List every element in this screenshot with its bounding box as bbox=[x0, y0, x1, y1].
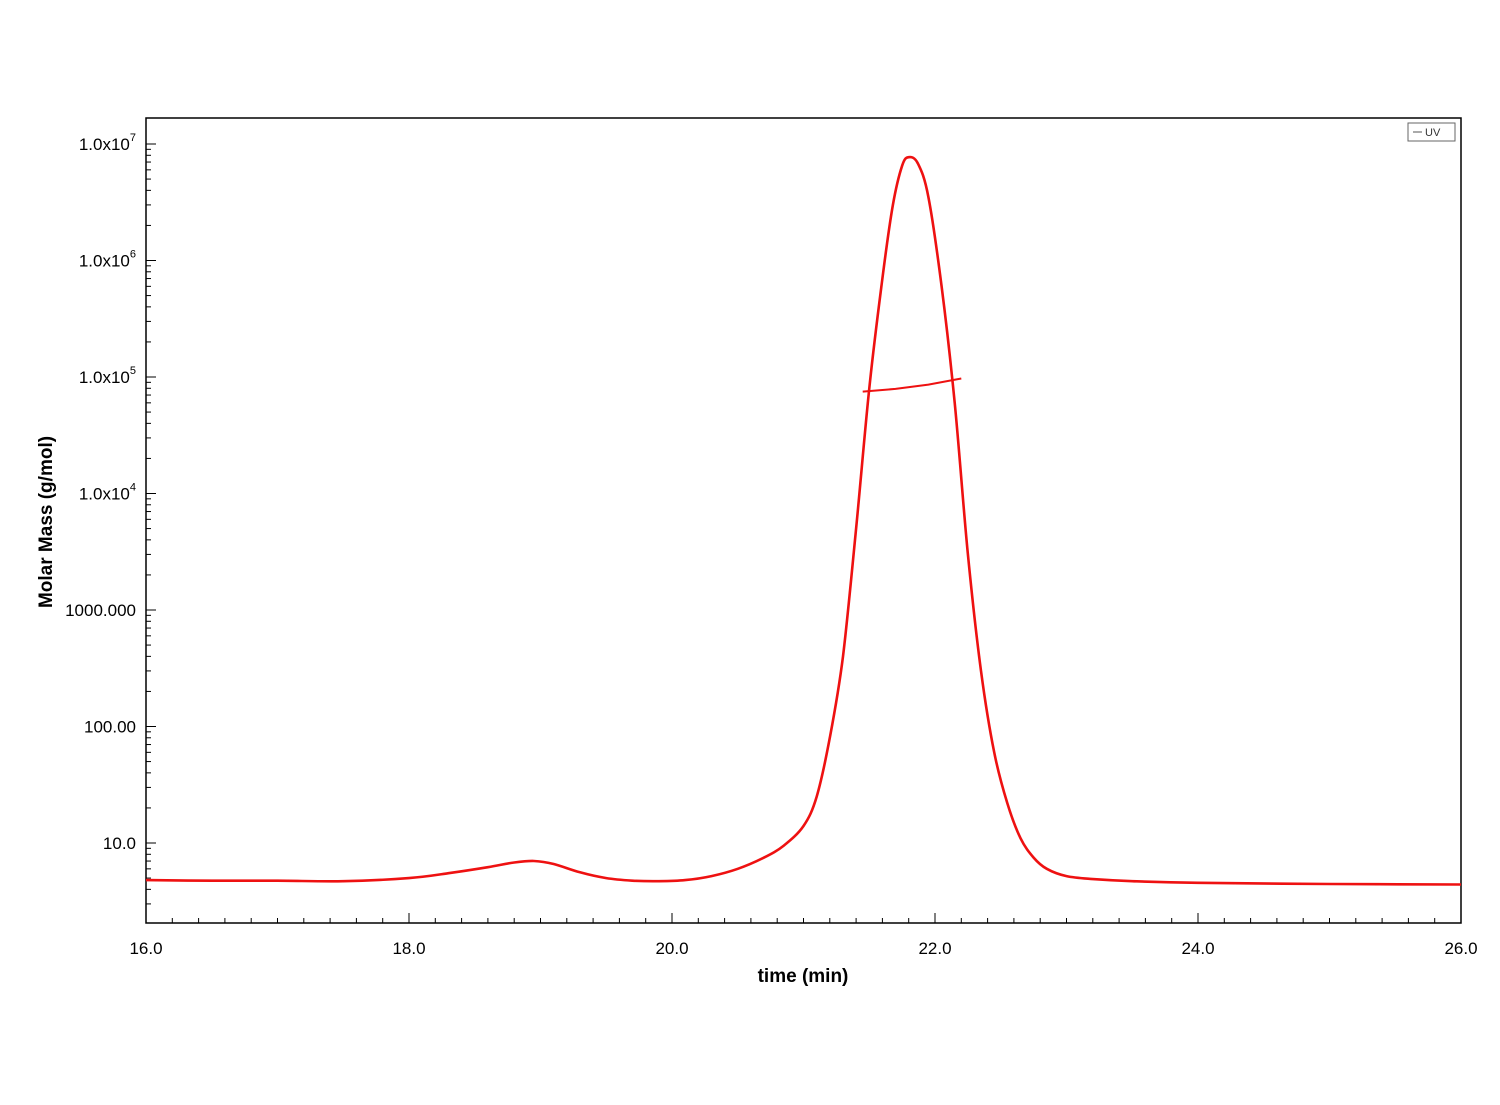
y-tick-label-exponent: 7 bbox=[130, 132, 136, 144]
y-tick-label-base: 1000.000 bbox=[65, 601, 136, 620]
y-tick-label-base: 10.0 bbox=[103, 834, 136, 853]
y-tick-label: 100.00 bbox=[84, 718, 136, 737]
x-axis-title: time (min) bbox=[758, 966, 849, 987]
y-tick-label-exponent: 6 bbox=[130, 249, 136, 261]
y-tick-label: 1.0x105 bbox=[79, 365, 136, 387]
legend-label-uv: UV bbox=[1425, 127, 1441, 139]
x-tick-label: 24.0 bbox=[1181, 939, 1214, 958]
y-tick-label-exponent: 4 bbox=[130, 482, 136, 494]
chart-root: 16.0 18.0 20.0 22.0 24.0 26.0 10.0 100.00 1000.… bbox=[0, 0, 1500, 1100]
x-tick-label: 20.0 bbox=[655, 939, 688, 958]
molar-mass-chart: 16.0 18.0 20.0 22.0 24.0 26.0 10.0 100.00 1000.… bbox=[36, 117, 1478, 987]
x-tick-label: 26.0 bbox=[1444, 939, 1477, 958]
y-tick-label: 1.0x107 bbox=[79, 132, 136, 154]
y-tick-label-base: 1.0x10 bbox=[79, 135, 130, 154]
y-tick-label-exponent: 5 bbox=[130, 365, 136, 377]
y-tick-label-base: 100.00 bbox=[84, 718, 136, 737]
plot-frame bbox=[145, 117, 1462, 924]
y-tick-label: 10.0 bbox=[103, 834, 136, 853]
x-tick-label: 22.0 bbox=[918, 939, 951, 958]
y-tick-label-base: 1.0x10 bbox=[79, 485, 130, 504]
x-tick-label: 18.0 bbox=[392, 939, 425, 958]
y-tick-label-base: 1.0x10 bbox=[79, 368, 130, 387]
y-tick-label-base: 1.0x10 bbox=[79, 252, 130, 271]
x-tick-label: 16.0 bbox=[129, 939, 162, 958]
y-tick-label: 1.0x104 bbox=[79, 482, 136, 504]
y-tick-label: 1000.000 bbox=[65, 601, 136, 620]
y-axis-title: Molar Mass (g/mol) bbox=[36, 436, 57, 608]
y-axis: 10.0100.001000.0001.0x1041.0x1051.0x1061… bbox=[65, 132, 156, 905]
y-tick-label: 1.0x106 bbox=[79, 249, 136, 271]
legend: UV bbox=[1407, 122, 1456, 142]
